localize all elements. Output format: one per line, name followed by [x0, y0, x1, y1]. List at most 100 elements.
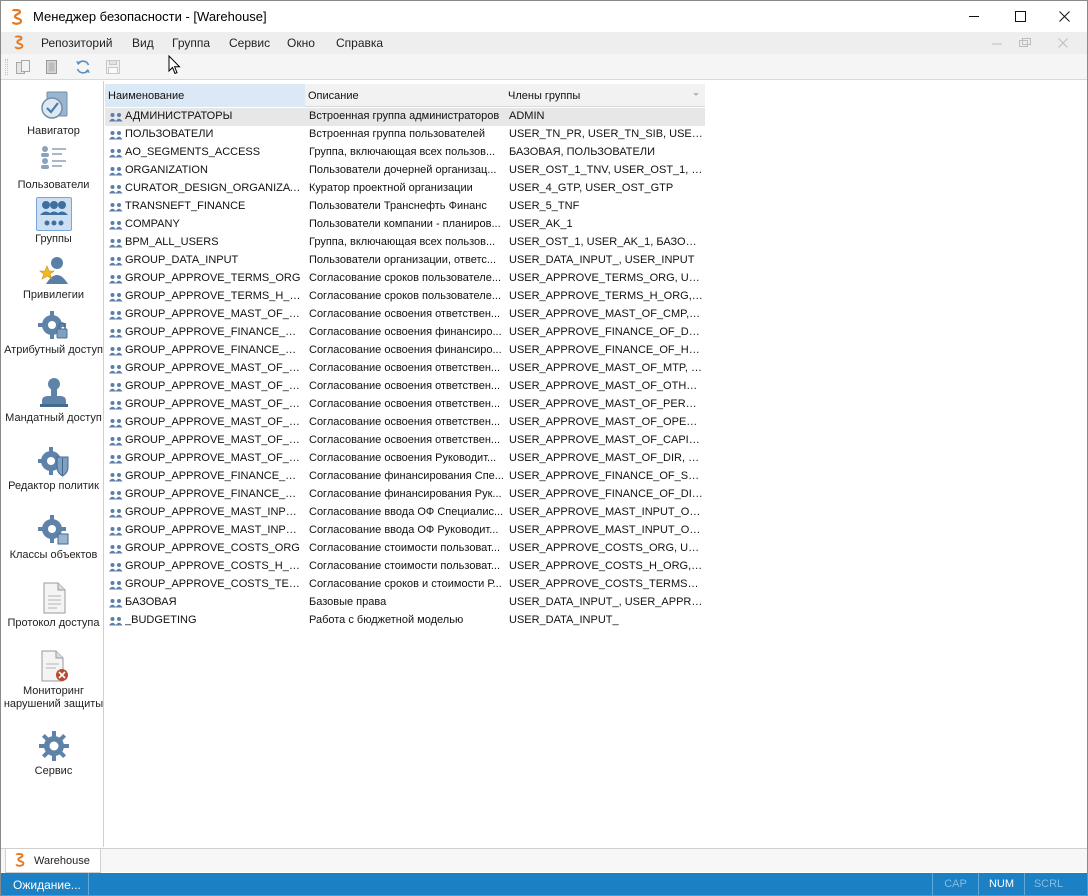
table-row[interactable]: CURATOR_DESIGN_ORGANIZATION Куратор проек…	[105, 180, 705, 198]
table-row[interactable]: GROUP_APPROVE_MAST_OF_CMP Согласование ос…	[105, 306, 705, 324]
save-button[interactable]	[104, 58, 122, 76]
group-row-icon	[109, 311, 123, 320]
table-row[interactable]: GROUP_APPROVE_COSTS_H_ORG Согласование ст…	[105, 558, 705, 576]
cell-members: USER_APPROVE_TERMS_H_ORG, US...	[509, 290, 703, 302]
group-row-icon	[109, 329, 123, 338]
sidebar-item-violation-monitor[interactable]: Мониторинг нарушений защиты	[3, 649, 104, 711]
table-row[interactable]: AO_SEGMENTS_ACCESS Группа, включающая все…	[105, 144, 705, 162]
toolbar-grip[interactable]	[5, 59, 8, 75]
table-row[interactable]: GROUP_APPROVE_TERMS_H_ORG Согласование ср…	[105, 288, 705, 306]
table-row[interactable]: _BUDGETING Работа с бюджетной моделью USER…	[105, 612, 705, 630]
table-row[interactable]: ПОЛЬЗОВАТЕЛИ Встроенная группа пользовате…	[105, 126, 705, 144]
menu-window[interactable]: Окно	[287, 36, 315, 50]
cell-name: GROUP_APPROVE_FINANCE_OF_...	[125, 488, 303, 500]
table-row[interactable]: GROUP_APPROVE_COSTS_TERMS... Согласование…	[105, 576, 705, 594]
toolbar	[1, 54, 1087, 80]
column-header-label: Члены группы	[508, 90, 581, 102]
table-row[interactable]: GROUP_APPROVE_MAST_INPUT_... Согласование…	[105, 522, 705, 540]
title-bar: Менеджер безопасности - [Warehouse]	[1, 1, 1087, 32]
table-row[interactable]: GROUP_APPROVE_FINANCE_OF_... Согласование…	[105, 486, 705, 504]
group-row-icon	[109, 419, 123, 428]
menu-help[interactable]: Справка	[336, 36, 383, 50]
cell-members: USER_OST_1, USER_AK_1, БАЗОВАЯ	[509, 236, 703, 248]
tab-warehouse[interactable]: Warehouse	[5, 849, 101, 873]
table-row[interactable]: GROUP_APPROVE_FINANCE_OF_... Согласование…	[105, 468, 705, 486]
sidebar-item-attribute-access[interactable]: Атрибутный доступ	[3, 308, 104, 357]
mdi-restore-icon[interactable]	[1019, 38, 1031, 48]
cell-members: USER_APPROVE_COSTS_H_ORG, US...	[509, 560, 703, 572]
cell-name: GROUP_DATA_INPUT	[125, 254, 239, 266]
tab-label: Warehouse	[34, 855, 90, 867]
cell-name: GROUP_APPROVE_MAST_INPUT_...	[125, 506, 303, 518]
menu-repository[interactable]: Репозиторий	[41, 36, 113, 50]
table-row[interactable]: GROUP_APPROVE_FINANCE_OF_... Согласование…	[105, 342, 705, 360]
copy-button[interactable]	[14, 58, 32, 76]
sort-arrow-icon[interactable]	[693, 93, 699, 96]
cell-members: USER_APPROVE_COSTS_ORG, USER...	[509, 542, 703, 554]
sidebar-item-groups[interactable]: Группы	[3, 197, 104, 246]
menu-group[interactable]: Группа	[172, 36, 210, 50]
table-row[interactable]: GROUP_DATA_INPUT Пользователи организации…	[105, 252, 705, 270]
cell-name: AO_SEGMENTS_ACCESS	[125, 146, 261, 158]
sidebar-item-navigator[interactable]: Навигатор	[3, 89, 104, 138]
close-icon	[1058, 11, 1070, 22]
column-header-name[interactable]: Наименование	[105, 84, 305, 107]
cell-description: Пользователи организации, ответс...	[309, 254, 497, 266]
table-row[interactable]: COMPANY Пользователи компании - планиров.…	[105, 216, 705, 234]
cell-members: USER_APPROVE_TERMS_ORG, USER...	[509, 272, 703, 284]
table-row[interactable]: GROUP_APPROVE_MAST_OF_MTP Согласование ос…	[105, 360, 705, 378]
cell-name: GROUP_APPROVE_FINANCE_OF_...	[125, 326, 303, 338]
cell-description: Согласование освоения Руководит...	[309, 452, 497, 464]
cell-description: Согласование сроков пользователе...	[309, 272, 502, 284]
sidebar-item-mandatory-access[interactable]: Мандатный доступ	[3, 376, 104, 425]
cell-description: Пользователи компании - планиров...	[309, 218, 501, 230]
cell-description: Согласование ввода ОФ Руководит...	[309, 524, 499, 536]
group-row-icon	[109, 167, 123, 176]
minimize-button[interactable]	[951, 1, 997, 32]
cell-name: GROUP_APPROVE_MAST_OF_CAP...	[125, 434, 303, 446]
sidebar-item-object-classes[interactable]: Классы объектов	[3, 513, 104, 562]
table-row[interactable]: GROUP_APPROVE_MAST_OF_OPE... Согласование…	[105, 414, 705, 432]
table-row[interactable]: БАЗОВАЯ Базовые права USER_DATA_INPUT_, US…	[105, 594, 705, 612]
group-row-icon	[109, 131, 123, 140]
menu-service[interactable]: Сервис	[229, 36, 270, 50]
cell-members: USER_APPROVE_MAST_INPUT_OF_S...	[509, 506, 703, 518]
menu-view[interactable]: Вид	[132, 36, 154, 50]
table-row[interactable]: GROUP_APPROVE_FINANCE_OF_... Согласование…	[105, 324, 705, 342]
table-row[interactable]: GROUP_APPROVE_TERMS_ORG Согласование срок…	[105, 270, 705, 288]
sidebar-item-access-log[interactable]: Протокол доступа	[3, 581, 104, 630]
maximize-button[interactable]	[997, 1, 1043, 32]
table-row[interactable]: GROUP_APPROVE_COSTS_ORG Согласование стои…	[105, 540, 705, 558]
mdi-minimize-icon[interactable]	[992, 40, 1003, 46]
column-header-members[interactable]: Члены группы	[505, 84, 705, 107]
sidebar-item-label: Протокол доступа	[7, 617, 100, 629]
close-button[interactable]	[1041, 1, 1087, 32]
mdi-close-icon[interactable]	[1058, 38, 1068, 48]
table-row[interactable]: GROUP_APPROVE_MAST_INPUT_... Согласование…	[105, 504, 705, 522]
sidebar-item-label: Классы объектов	[9, 549, 98, 561]
table-row[interactable]: GROUP_APPROVE_MAST_OF_PER... Согласование…	[105, 396, 705, 414]
minimize-icon	[968, 16, 979, 17]
refresh-button[interactable]	[74, 58, 92, 76]
cell-name: BPM_ALL_USERS	[125, 236, 219, 248]
cell-members: USER_APPROVE_MAST_OF_OPERAT,...	[509, 416, 703, 428]
app-logo-icon	[11, 9, 23, 25]
cell-name: АДМИНИСТРАТОРЫ	[125, 110, 233, 122]
sidebar-item-privileges[interactable]: Привилегии	[3, 253, 104, 302]
sidebar-item-service[interactable]: Сервис	[3, 729, 104, 778]
table-row[interactable]: GROUP_APPROVE_MAST_OF_DIR Согласование ос…	[105, 450, 705, 468]
sidebar-item-policy-editor[interactable]: Редактор политик	[3, 444, 104, 493]
sidebar-item-users[interactable]: Пользователи	[3, 143, 104, 192]
table-row[interactable]: ORGANIZATION Пользователи дочерней органи…	[105, 162, 705, 180]
table-row[interactable]: GROUP_APPROVE_MAST_OF_OTH... Согласование…	[105, 378, 705, 396]
mandatory-access-icon	[36, 376, 72, 410]
sidebar-item-label: Редактор политик	[8, 480, 99, 492]
column-header-description[interactable]: Описание	[305, 84, 505, 107]
app-menu-logo-icon[interactable]	[13, 35, 25, 50]
document-button[interactable]	[43, 58, 61, 76]
access-log-icon	[36, 581, 72, 615]
table-row[interactable]: BPM_ALL_USERS Группа, включающая всех пол…	[105, 234, 705, 252]
table-row[interactable]: АДМИНИСТРАТОРЫ Встроенная группа админист…	[105, 108, 705, 126]
table-row[interactable]: TRANSNEFT_FINANCE Пользователи Транснефть…	[105, 198, 705, 216]
table-row[interactable]: GROUP_APPROVE_MAST_OF_CAP... Согласование…	[105, 432, 705, 450]
